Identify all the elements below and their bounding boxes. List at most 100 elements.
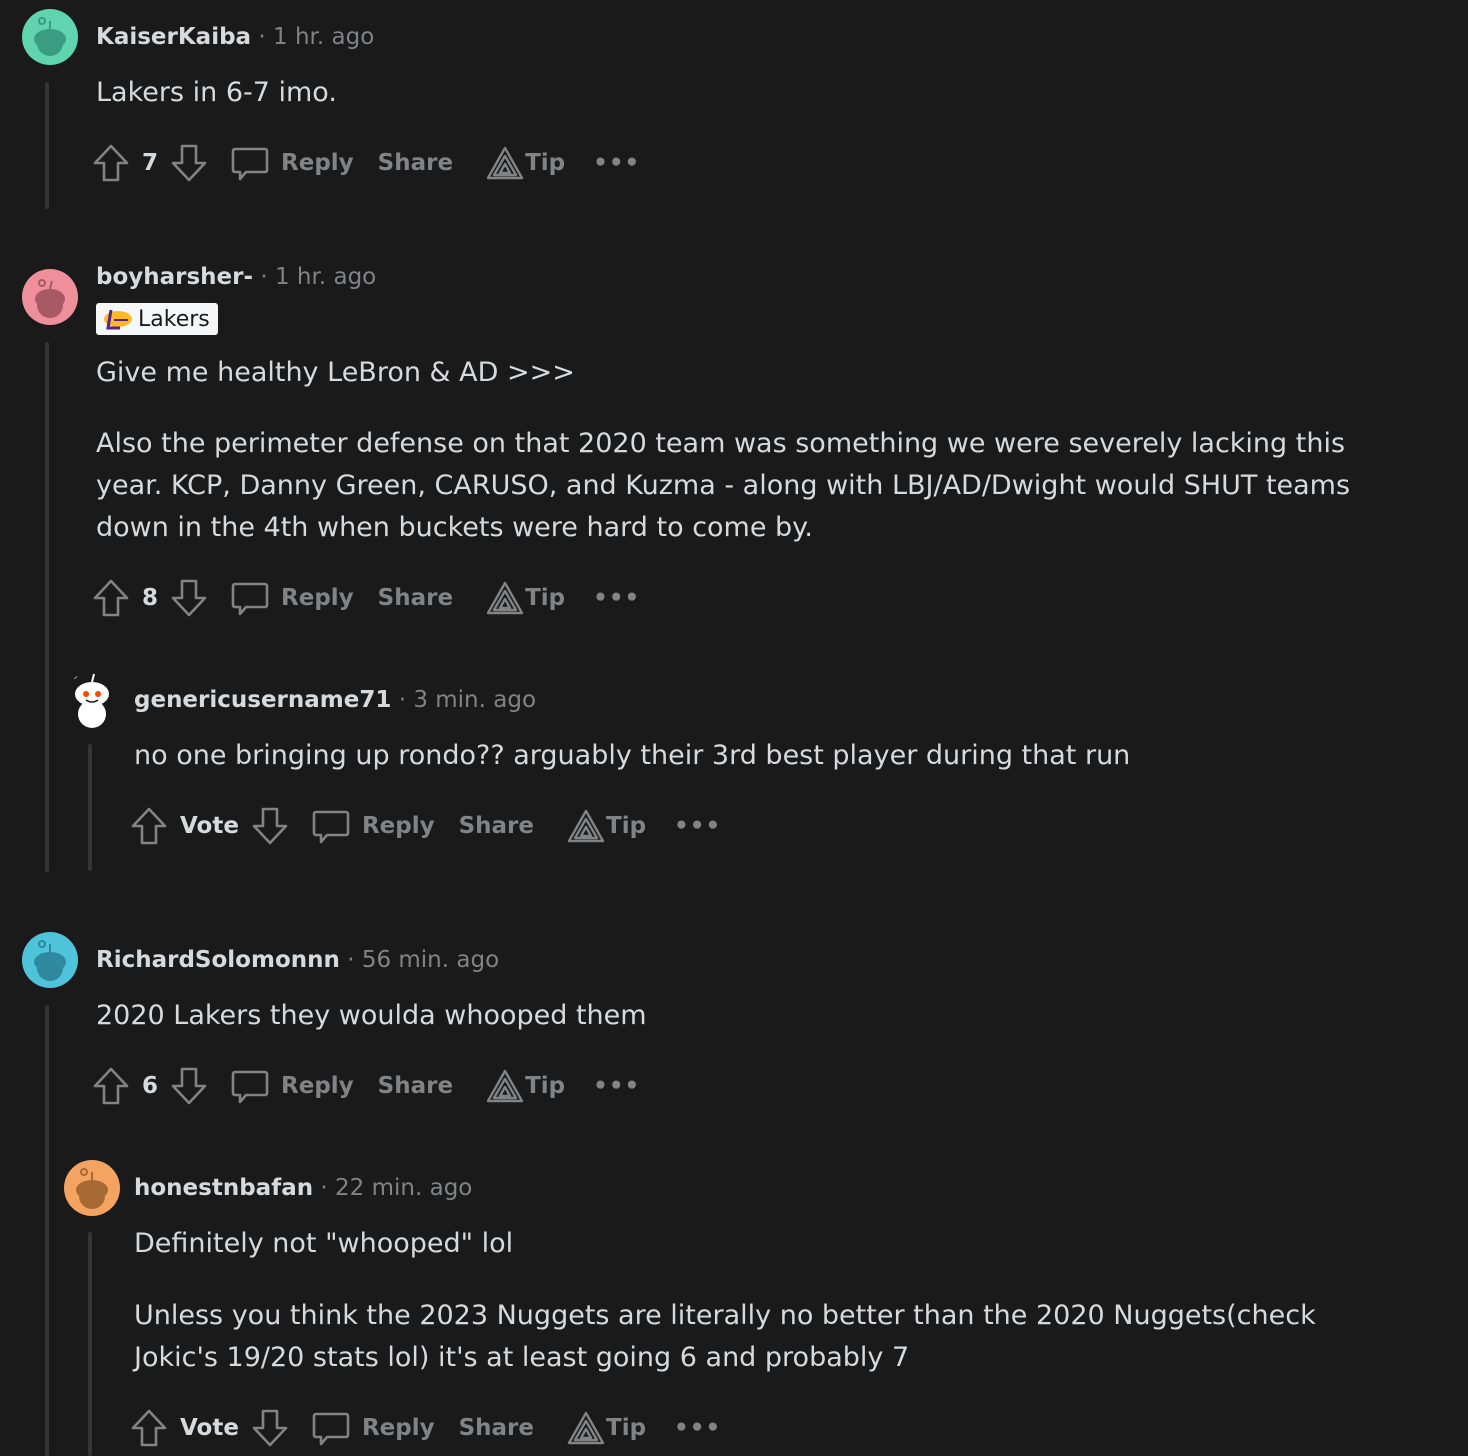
upvote-icon[interactable] [92,143,130,183]
tip-icon [486,1069,524,1103]
username-link[interactable]: honestnbafan [134,1175,313,1201]
vote-label: Vote [180,1415,239,1441]
more-options-button[interactable]: ••• [593,1073,640,1099]
reply-label: Reply [361,1415,435,1441]
more-options-button[interactable]: ••• [593,150,640,176]
upvote-icon[interactable] [130,1408,168,1448]
share-button[interactable]: Share [378,585,453,611]
share-label: Share [458,813,534,839]
avatar[interactable] [22,269,78,325]
more-options-icon: ••• [593,1073,641,1099]
comment-body: 2020 Lakers they woulda whooped them [96,995,1396,1037]
snoo-avatar-icon [76,1168,108,1209]
downvote-icon[interactable] [170,1066,208,1106]
tip-label: Tip [606,1415,647,1441]
avatar[interactable] [64,672,120,728]
meta-separator: · [347,947,355,973]
reply-button[interactable]: Reply [230,1066,354,1106]
comment-actions: 8 Reply Share Tip ••• [92,576,640,620]
reply-button[interactable]: Reply [311,1408,435,1448]
timestamp[interactable]: 3 min. ago [413,687,536,713]
more-options-button[interactable]: ••• [593,585,640,611]
flair-label: Lakers [138,306,210,332]
meta-separator: · [260,264,268,290]
comment-body: no one bringing up rondo?? arguably thei… [134,735,1424,777]
snoo-avatar-icon [68,672,109,728]
username-link[interactable]: KaiserKaiba [96,24,251,50]
vote-count: 8 [142,585,159,611]
reply-button[interactable]: Reply [230,143,354,183]
comment-paragraph: Definitely not "whooped" lol [134,1228,514,1259]
tip-button[interactable]: Tip [485,1068,565,1104]
username-link[interactable]: RichardSolomonnn [96,947,340,973]
tip-label: Tip [525,1073,566,1099]
share-button[interactable]: Share [459,813,534,839]
comment-bubble-icon [312,810,350,844]
comment-actions: 7 Reply Share Tip ••• [92,141,640,185]
more-options-icon: ••• [593,585,641,611]
snoo-avatar-icon [34,940,66,981]
downvote-icon[interactable] [251,806,289,846]
share-label: Share [377,150,454,176]
more-options-icon: ••• [674,813,722,839]
reply-button[interactable]: Reply [230,578,354,618]
user-flair: Lakers [96,303,218,335]
tip-button[interactable]: Tip [566,808,646,844]
meta-separator: · [320,1175,328,1201]
vote-count: 6 [142,1073,159,1099]
avatar[interactable] [22,9,78,65]
upvote-icon[interactable] [92,578,130,618]
avatar[interactable] [22,932,78,988]
timestamp[interactable]: 22 min. ago [335,1175,472,1201]
username-link[interactable]: genericusername71 [134,687,391,713]
meta-separator: · [398,687,406,713]
reply-button[interactable]: Reply [311,806,435,846]
comment-actions: Vote Reply Share Tip ••• [130,804,721,848]
vote-count: 7 [142,150,159,176]
avatar[interactable] [64,1160,120,1216]
tip-button[interactable]: Tip [566,1410,646,1446]
downvote-icon[interactable] [170,143,208,183]
share-button[interactable]: Share [459,1415,534,1441]
downvote-icon[interactable] [251,1408,289,1448]
comment-body: Lakers in 6-7 imo. [96,72,1396,114]
comment-body: Definitely not "whooped" lol Unless you … [134,1223,1394,1379]
snoo-avatar-icon [34,17,66,56]
comment-paragraph: 2020 Lakers they woulda whooped them [96,1000,647,1031]
more-options-button[interactable]: ••• [674,1415,721,1441]
comment-paragraph: Also the perimeter defense on that 2020 … [96,428,1351,543]
tip-icon [486,581,524,615]
vote-label: Vote [180,813,239,839]
share-label: Share [377,585,454,611]
share-label: Share [458,1415,534,1441]
comment-meta: honestnbafan · 22 min. ago [134,1175,472,1201]
comment-bubble-icon [231,1070,269,1104]
thread-line[interactable] [45,82,49,209]
thread-line[interactable] [88,744,92,871]
thread-line[interactable] [45,1005,49,1456]
timestamp[interactable]: 56 min. ago [362,947,499,973]
tip-button[interactable]: Tip [485,580,565,616]
thread-line[interactable] [45,342,49,872]
username-link[interactable]: boyharsher- [96,264,253,290]
lakers-logo-icon [104,309,132,330]
comment-bubble-icon [231,147,269,181]
thread-line[interactable] [88,1232,92,1456]
tip-label: Tip [525,150,566,176]
upvote-icon[interactable] [92,1066,130,1106]
timestamp[interactable]: 1 hr. ago [273,24,374,50]
meta-separator: · [258,24,266,50]
more-options-icon: ••• [674,1415,722,1441]
share-button[interactable]: Share [378,1073,453,1099]
tip-button[interactable]: Tip [485,145,565,181]
comment-meta: genericusername71 · 3 min. ago [134,687,536,713]
comment-paragraph: Give me healthy LeBron & AD >>> [96,357,575,388]
upvote-icon[interactable] [130,806,168,846]
downvote-icon[interactable] [170,578,208,618]
more-options-button[interactable]: ••• [674,813,721,839]
comment-paragraph: Lakers in 6-7 imo. [96,77,337,108]
timestamp[interactable]: 1 hr. ago [275,264,376,290]
share-button[interactable]: Share [378,150,453,176]
comment-actions: 6 Reply Share Tip ••• [92,1064,640,1108]
comment-meta: RichardSolomonnn · 56 min. ago [96,947,499,973]
